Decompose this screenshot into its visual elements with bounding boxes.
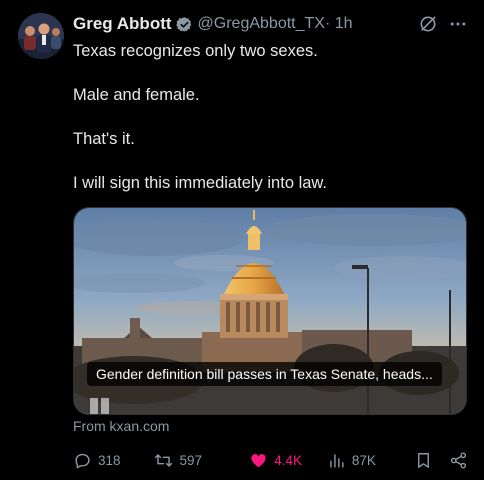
card-source-link[interactable]: From kxan.com bbox=[73, 418, 169, 434]
grok-icon[interactable] bbox=[418, 14, 438, 34]
like-count: 4.4K bbox=[274, 452, 302, 468]
like-button[interactable]: 4.4K bbox=[249, 451, 327, 470]
author-handle[interactable]: @GregAbbott_TX bbox=[198, 15, 325, 33]
tweet-header: Greg Abbott @GregAbbott_TX · 1h bbox=[73, 13, 468, 35]
tweet-actions: 318 597 4.4K 87K bbox=[73, 449, 468, 471]
tweet-timestamp[interactable]: · 1h bbox=[325, 15, 353, 33]
tweet-line: That's it. bbox=[73, 130, 135, 148]
share-icon[interactable] bbox=[449, 451, 468, 470]
retweet-icon bbox=[155, 453, 173, 467]
retweet-count: 597 bbox=[179, 452, 202, 468]
views-count: 87K bbox=[351, 452, 376, 468]
views-icon bbox=[330, 453, 344, 468]
tweet-line: I will sign this immediately into law. bbox=[73, 174, 328, 192]
avatar-photo bbox=[18, 13, 64, 59]
tweet-text: Texas recognizes only two sexes. Male an… bbox=[73, 40, 468, 194]
retweet-button[interactable]: 597 bbox=[154, 451, 249, 470]
author-name[interactable]: Greg Abbott bbox=[73, 14, 172, 34]
reply-button[interactable]: 318 bbox=[73, 451, 154, 470]
more-icon[interactable] bbox=[448, 14, 468, 34]
author-avatar[interactable] bbox=[18, 13, 64, 59]
card-headline[interactable]: Gender definition bill passes in Texas S… bbox=[87, 362, 442, 386]
bookmark-icon[interactable] bbox=[414, 451, 433, 470]
tweet-line: Texas recognizes only two sexes. bbox=[73, 42, 318, 60]
link-card[interactable]: Gender definition bill passes in Texas S… bbox=[73, 207, 467, 415]
heart-icon bbox=[251, 453, 266, 467]
verified-badge-icon bbox=[175, 16, 191, 32]
views-button[interactable]: 87K bbox=[327, 451, 414, 470]
reply-icon bbox=[75, 453, 90, 468]
reply-count: 318 bbox=[98, 452, 121, 468]
tweet-line: Male and female. bbox=[73, 86, 200, 104]
secondary-actions bbox=[414, 451, 468, 470]
